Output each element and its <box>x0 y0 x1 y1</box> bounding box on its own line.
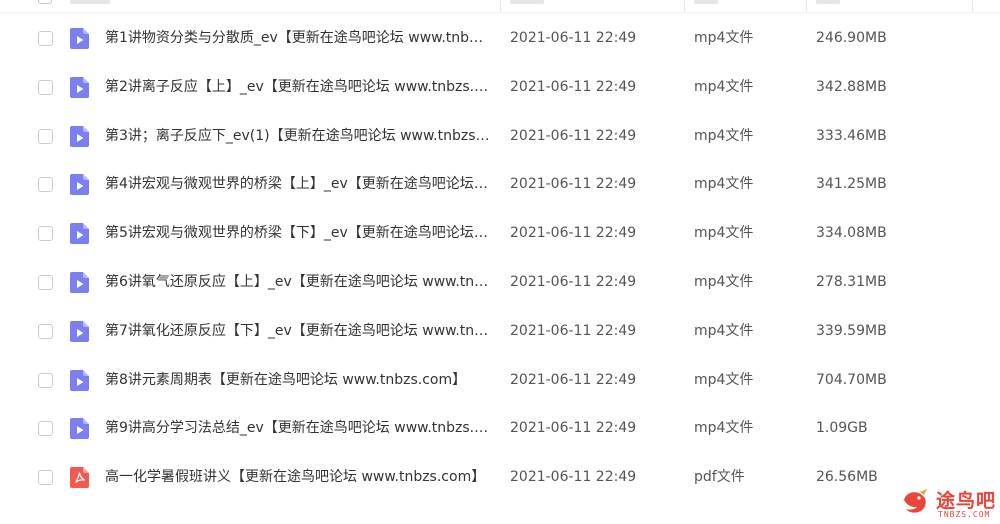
header-type-column[interactable] <box>694 0 718 4</box>
file-name[interactable]: 第7讲氧化还原反应【下】_ev【更新在途鸟吧论坛 www.tnbzs.com】 <box>105 321 490 341</box>
file-row[interactable]: 第6讲氧气还原反应【上】_ev【更新在途鸟吧论坛 www.tnbzs.com】 … <box>0 258 1000 307</box>
file-modified-date: 2021-06-11 22:49 <box>510 371 637 388</box>
file-name[interactable]: 第1讲物资分类与分散质_ev【更新在途鸟吧论坛 www.tnbzs.com】 <box>105 28 490 48</box>
file-type: pdf文件 <box>694 469 745 486</box>
video-file-icon <box>70 76 90 98</box>
watermark-text: 途鸟吧 <box>936 490 997 512</box>
video-file-icon <box>70 28 90 49</box>
column-divider[interactable] <box>806 0 807 12</box>
file-size: 339.59MB <box>816 322 887 339</box>
column-header-row <box>0 0 1000 13</box>
file-name[interactable]: 第4讲宏观与微观世界的桥梁【上】_ev【更新在途鸟吧论坛 www.tnbzs.c… <box>105 174 490 194</box>
file-name[interactable]: 第6讲氧气还原反应【上】_ev【更新在途鸟吧论坛 www.tnbzs.com】 <box>105 272 490 292</box>
file-size: 246.90MB <box>816 30 887 46</box>
file-size: 334.08MB <box>816 225 887 242</box>
file-size: 704.70MB <box>816 371 887 388</box>
video-file-icon <box>70 418 90 440</box>
file-name[interactable]: 第8讲元素周期表【更新在途鸟吧论坛 www.tnbzs.com】 <box>105 370 490 390</box>
file-size: 333.46MB <box>816 127 887 144</box>
file-type: mp4文件 <box>694 176 754 193</box>
video-file-icon <box>70 174 90 196</box>
file-type: mp4文件 <box>694 78 754 95</box>
file-row[interactable]: 第7讲氧化还原反应【下】_ev【更新在途鸟吧论坛 www.tnbzs.com】 … <box>0 307 1000 356</box>
row-checkbox[interactable] <box>38 421 53 437</box>
file-row[interactable]: 第8讲元素周期表【更新在途鸟吧论坛 www.tnbzs.com】 2021-06… <box>0 356 1000 405</box>
video-file-icon <box>70 369 90 391</box>
select-all-checkbox[interactable] <box>38 0 52 4</box>
file-type: mp4文件 <box>694 127 754 144</box>
file-modified-date: 2021-06-11 22:49 <box>510 273 637 290</box>
file-row[interactable]: 第4讲宏观与微观世界的桥梁【上】_ev【更新在途鸟吧论坛 www.tnbzs.c… <box>0 160 1000 209</box>
file-type: mp4文件 <box>694 371 754 388</box>
file-row[interactable]: 第3讲；离子反应下_ev(1)【更新在途鸟吧论坛 www.tnbzs.com】 … <box>0 112 1000 161</box>
video-file-icon <box>70 320 90 342</box>
file-modified-date: 2021-06-11 22:49 <box>510 322 637 339</box>
row-checkbox[interactable] <box>38 226 53 242</box>
file-name[interactable]: 第3讲；离子反应下_ev(1)【更新在途鸟吧论坛 www.tnbzs.com】 <box>105 126 490 146</box>
file-row[interactable]: 高一化学暑假班讲义【更新在途鸟吧论坛 www.tnbzs.com】 2021-0… <box>0 453 1000 502</box>
file-modified-date: 2021-06-11 22:49 <box>510 225 637 242</box>
bird-logo-icon <box>904 489 927 513</box>
row-checkbox[interactable] <box>38 31 53 46</box>
row-checkbox[interactable] <box>38 177 53 193</box>
file-modified-date: 2021-06-11 22:49 <box>510 420 637 437</box>
file-list: 第1讲物资分类与分散质_ev【更新在途鸟吧论坛 www.tnbzs.com】 2… <box>0 14 1000 502</box>
watermark: 途鸟吧 TNBZS.COM <box>898 484 998 522</box>
file-size: 1.09GB <box>816 420 868 437</box>
column-divider[interactable] <box>684 0 685 12</box>
row-checkbox[interactable] <box>38 470 53 486</box>
file-name[interactable]: 第2讲离子反应【上】_ev【更新在途鸟吧论坛 www.tnbzs.com】 <box>105 77 490 97</box>
header-size-column[interactable] <box>816 0 840 4</box>
file-type: mp4文件 <box>694 30 754 46</box>
file-type: mp4文件 <box>694 420 754 437</box>
file-size: 278.31MB <box>816 273 887 290</box>
header-date-column[interactable] <box>510 0 544 4</box>
file-size: 26.56MB <box>816 469 878 486</box>
file-type: mp4文件 <box>694 322 754 339</box>
file-size: 342.88MB <box>816 78 887 95</box>
file-name[interactable]: 高一化学暑假班讲义【更新在途鸟吧论坛 www.tnbzs.com】 <box>105 467 490 487</box>
file-modified-date: 2021-06-11 22:49 <box>510 78 637 95</box>
file-row[interactable]: 第1讲物资分类与分散质_ev【更新在途鸟吧论坛 www.tnbzs.com】 2… <box>0 14 1000 63</box>
row-checkbox[interactable] <box>38 372 53 388</box>
pdf-file-icon <box>70 467 90 489</box>
column-divider[interactable] <box>500 0 501 12</box>
file-modified-date: 2021-06-11 22:49 <box>510 127 637 144</box>
video-file-icon <box>70 223 90 245</box>
row-checkbox[interactable] <box>38 274 53 290</box>
file-modified-date: 2021-06-11 22:49 <box>510 30 637 46</box>
column-divider[interactable] <box>972 0 973 12</box>
file-row[interactable]: 第2讲离子反应【上】_ev【更新在途鸟吧论坛 www.tnbzs.com】 20… <box>0 63 1000 112</box>
row-checkbox[interactable] <box>38 128 53 144</box>
row-checkbox[interactable] <box>38 323 53 339</box>
file-modified-date: 2021-06-11 22:49 <box>510 469 637 486</box>
file-name[interactable]: 第5讲宏观与微观世界的桥梁【下】_ev【更新在途鸟吧论坛 www.tnbzs.c… <box>105 223 490 243</box>
video-file-icon <box>70 271 90 293</box>
file-list-window: 第1讲物资分类与分散质_ev【更新在途鸟吧论坛 www.tnbzs.com】 2… <box>0 0 1000 524</box>
file-row[interactable]: 第5讲宏观与微观世界的桥梁【下】_ev【更新在途鸟吧论坛 www.tnbzs.c… <box>0 209 1000 258</box>
file-row[interactable]: 第9讲高分学习法总结_ev【更新在途鸟吧论坛 www.tnbzs.com】 20… <box>0 404 1000 453</box>
file-modified-date: 2021-06-11 22:49 <box>510 176 637 193</box>
file-size: 341.25MB <box>816 176 887 193</box>
file-type: mp4文件 <box>694 225 754 242</box>
file-type: mp4文件 <box>694 273 754 290</box>
row-checkbox[interactable] <box>38 79 53 95</box>
file-name[interactable]: 第9讲高分学习法总结_ev【更新在途鸟吧论坛 www.tnbzs.com】 <box>105 418 490 438</box>
video-file-icon <box>70 125 90 147</box>
watermark-subtext: TNBZS.COM <box>938 510 991 519</box>
header-name-column[interactable] <box>70 0 110 4</box>
